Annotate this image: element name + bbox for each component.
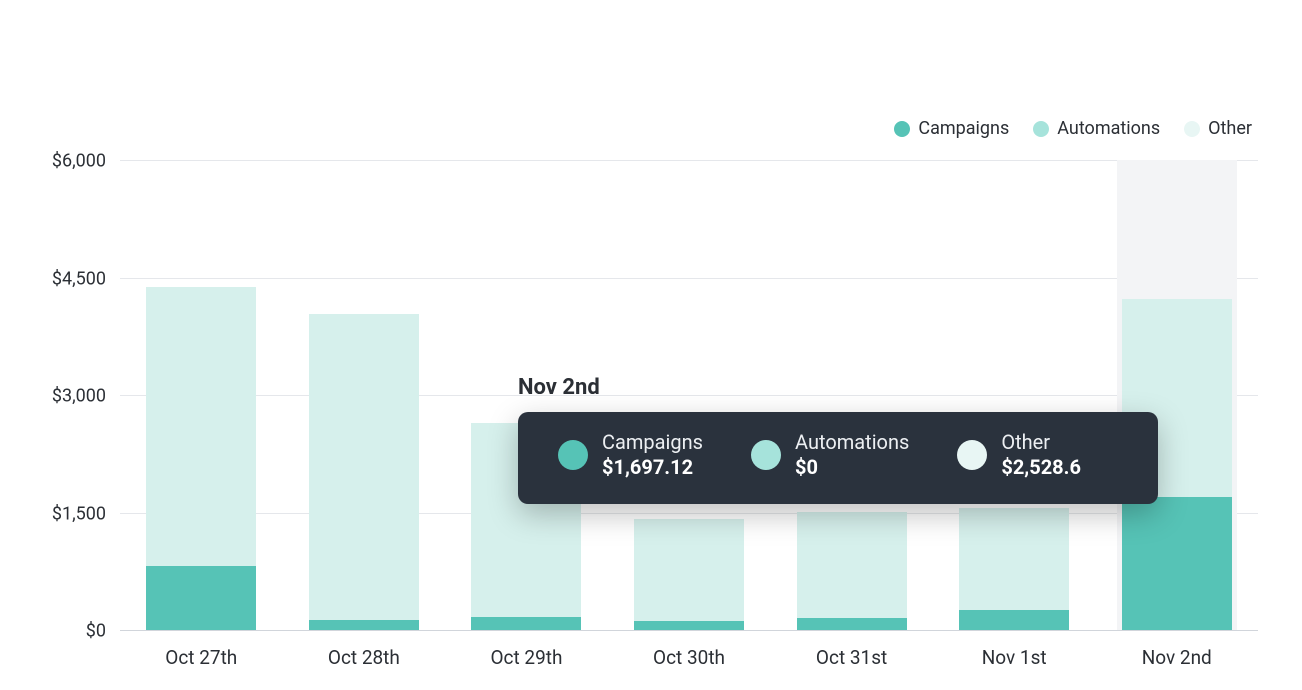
bar-col[interactable]: Oct 31st [770, 160, 933, 630]
bar-segment-campaigns [959, 610, 1069, 630]
ytick-label: $0 [86, 621, 106, 642]
bar-col[interactable]: Nov 2nd [1095, 160, 1258, 630]
bar-stack [309, 314, 419, 630]
tooltip-swatch-automations [751, 440, 781, 470]
x-tick-label: Oct 31st [816, 646, 887, 669]
gridline-baseline: $0 [120, 630, 1258, 631]
tooltip-label: Campaigns [602, 430, 703, 455]
legend-swatch-other [1184, 121, 1200, 137]
tooltip-label: Automations [795, 430, 909, 455]
tooltip-item-other: Other $2,528.6 [957, 430, 1081, 480]
x-tick-label: Oct 30th [653, 646, 725, 669]
tooltip-swatch-other [957, 440, 987, 470]
bar-col[interactable]: Nov 1st [933, 160, 1096, 630]
ytick-label: $4,500 [52, 268, 106, 289]
ytick-label: $3,000 [52, 386, 106, 407]
bar-col[interactable]: Oct 28th [283, 160, 446, 630]
legend-item-automations[interactable]: Automations [1033, 118, 1160, 139]
legend-label: Automations [1057, 118, 1160, 139]
bar-segment-campaigns [471, 617, 581, 630]
tooltip-label: Other [1001, 430, 1081, 455]
tooltip-value: $2,528.6 [1001, 455, 1081, 480]
bar-segment-other [959, 508, 1069, 611]
bar-segment-campaigns [146, 566, 256, 630]
bar-col[interactable]: Oct 30th [608, 160, 771, 630]
bar-segment-campaigns [634, 621, 744, 630]
legend-swatch-campaigns [894, 121, 910, 137]
tooltip: Nov 2nd Campaigns $1,697.12 Automations … [518, 412, 1158, 504]
bars-container: Oct 27th Oct 28th Oct 29th [120, 160, 1258, 630]
bar-stack [959, 508, 1069, 630]
ytick-label: $6,000 [52, 151, 106, 172]
tooltip-item-campaigns: Campaigns $1,697.12 [558, 430, 703, 480]
tooltip-value: $1,697.12 [602, 455, 703, 480]
legend-item-other[interactable]: Other [1184, 118, 1252, 139]
legend-item-campaigns[interactable]: Campaigns [894, 118, 1009, 139]
x-tick-label: Oct 27th [165, 646, 237, 669]
bar-segment-other [146, 287, 256, 566]
bar-segment-campaigns [1122, 497, 1232, 630]
x-tick-label: Nov 2nd [1142, 646, 1212, 669]
x-tick-label: Oct 28th [328, 646, 400, 669]
x-tick-label: Oct 29th [490, 646, 562, 669]
bar-segment-other [634, 519, 744, 622]
x-tick-label: Nov 1st [982, 646, 1047, 669]
bar-segment-other [797, 512, 907, 619]
chart-wrap: Campaigns Automations Other $6,000 $4,50… [0, 0, 1302, 690]
tooltip-value: $0 [795, 455, 909, 480]
bar-stack [634, 519, 744, 630]
tooltip-row: Campaigns $1,697.12 Automations $0 Other… [558, 430, 1128, 480]
bar-segment-other [309, 314, 419, 620]
legend-label: Campaigns [918, 118, 1009, 139]
bar-segment-campaigns [797, 618, 907, 630]
ytick-label: $1,500 [52, 503, 106, 524]
bar-stack [797, 512, 907, 630]
tooltip-swatch-campaigns [558, 440, 588, 470]
legend-label: Other [1208, 118, 1252, 139]
bar-stack [146, 287, 256, 630]
tooltip-item-automations: Automations $0 [751, 430, 909, 480]
plot-area[interactable]: $6,000 $4,500 $3,000 $1,500 $0 Oct 27th [120, 160, 1258, 630]
bar-col[interactable]: Oct 27th [120, 160, 283, 630]
legend: Campaigns Automations Other [894, 118, 1252, 139]
tooltip-title: Nov 2nd [518, 375, 600, 400]
legend-swatch-automations [1033, 121, 1049, 137]
bar-segment-campaigns [309, 620, 419, 630]
